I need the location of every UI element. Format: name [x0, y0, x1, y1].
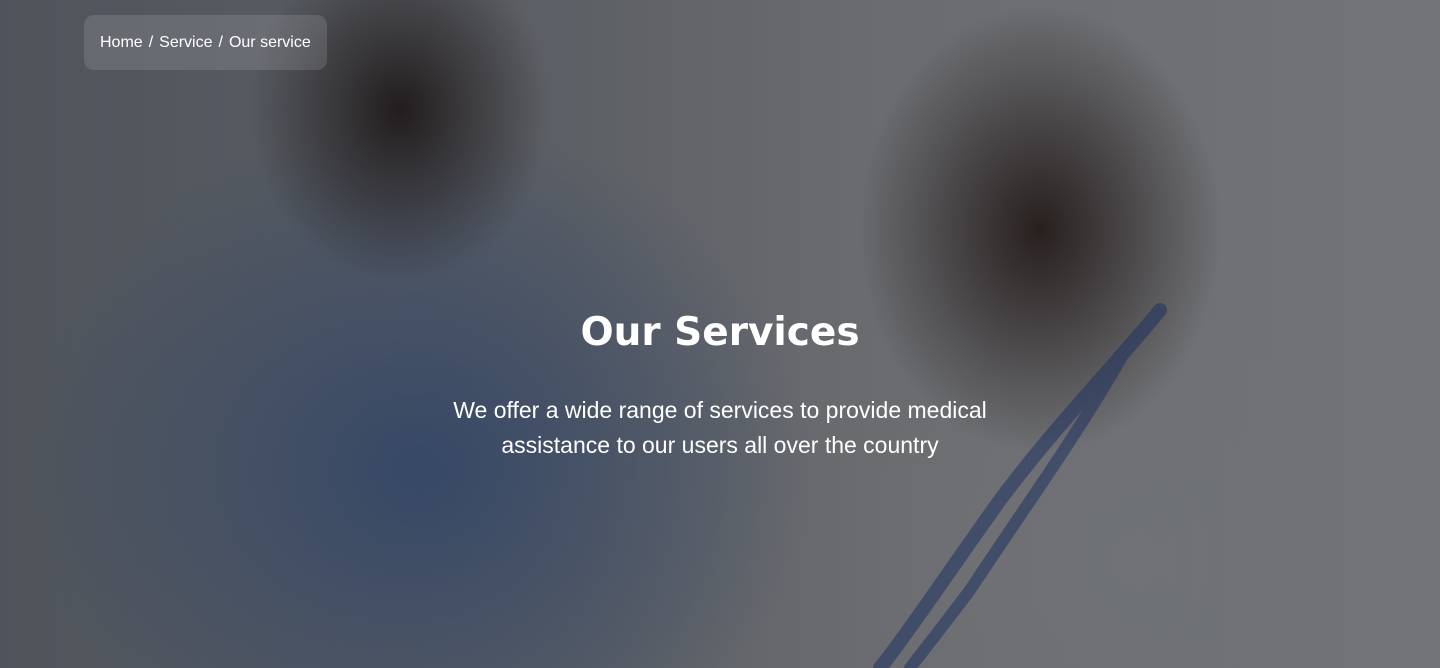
subtitle-line-2: assistance to our users all over the cou…: [501, 432, 939, 458]
breadcrumb-service-link[interactable]: Service: [159, 34, 212, 52]
breadcrumb-separator: /: [218, 33, 223, 51]
breadcrumb-current-page: Our service: [228, 33, 311, 51]
page-subtitle: We offer a wide range of services to pro…: [395, 393, 1045, 463]
hero-banner: Home / Service / Our service Our Service…: [0, 0, 1440, 668]
breadcrumb-separator: /: [148, 33, 154, 51]
subtitle-line-1: We offer a wide range of services to pro…: [453, 397, 987, 423]
breadcrumb-home-link[interactable]: Home: [100, 34, 143, 52]
breadcrumb: Home / Service / Our service: [84, 15, 327, 70]
page-title: Our Services: [580, 310, 860, 355]
